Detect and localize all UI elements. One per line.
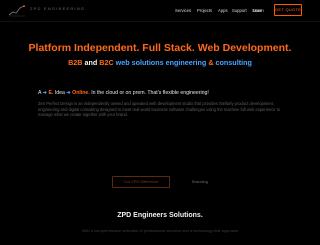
nav-apps[interactable]: Apps: [218, 8, 228, 13]
nav-services[interactable]: Services: [175, 8, 191, 13]
subline-web-solutions: web solutions engineering: [113, 58, 209, 67]
hero-headline: Platform Independent. Full Stack. Web De…: [28, 42, 292, 54]
nav-support[interactable]: Support: [232, 8, 247, 13]
nav-projects[interactable]: Projects: [197, 8, 212, 13]
our-difference-button[interactable]: Our ZPD Difference: [112, 176, 170, 188]
tagline-rest: . In the cloud or on prem. That's flexib…: [88, 90, 209, 96]
main-nav: Services Projects Apps Support Learn: [0, 8, 320, 16]
cta-row: Our ZPD Difference Branding: [0, 176, 320, 188]
solutions-title: ZPD Engineers Solutions.: [117, 212, 203, 219]
subline-b2b: B2B: [68, 58, 83, 67]
get-quote-button[interactable]: GET QUOTE: [274, 4, 302, 16]
hero-tagline: A ➔ E. Idea ➔ Online. In the cloud or on…: [38, 90, 209, 96]
subline-and: and: [82, 58, 100, 67]
site-header: ZPD ENGINEERING Services Projects Apps S…: [0, 0, 320, 22]
subline-consulting: consulting: [213, 58, 252, 67]
nav-store[interactable]: Store: [252, 8, 262, 13]
hero-subline: B2B and B2C web solutions engineering & …: [0, 58, 320, 67]
arrow-right-icon: ➔: [42, 90, 47, 96]
branding-link[interactable]: Branding: [180, 176, 220, 188]
subline-b2c: B2C: [99, 58, 114, 67]
intro-paragraph: Zen Perfect Design is an independently o…: [38, 101, 281, 118]
tagline-online: Online: [72, 90, 89, 96]
arrow-right-icon-2: ➔: [66, 90, 71, 96]
tagline-mid: . Idea: [51, 90, 65, 96]
solutions-subtitle: With a comprehensive selection of profes…: [81, 228, 239, 233]
tagline-lead: A: [38, 90, 42, 96]
